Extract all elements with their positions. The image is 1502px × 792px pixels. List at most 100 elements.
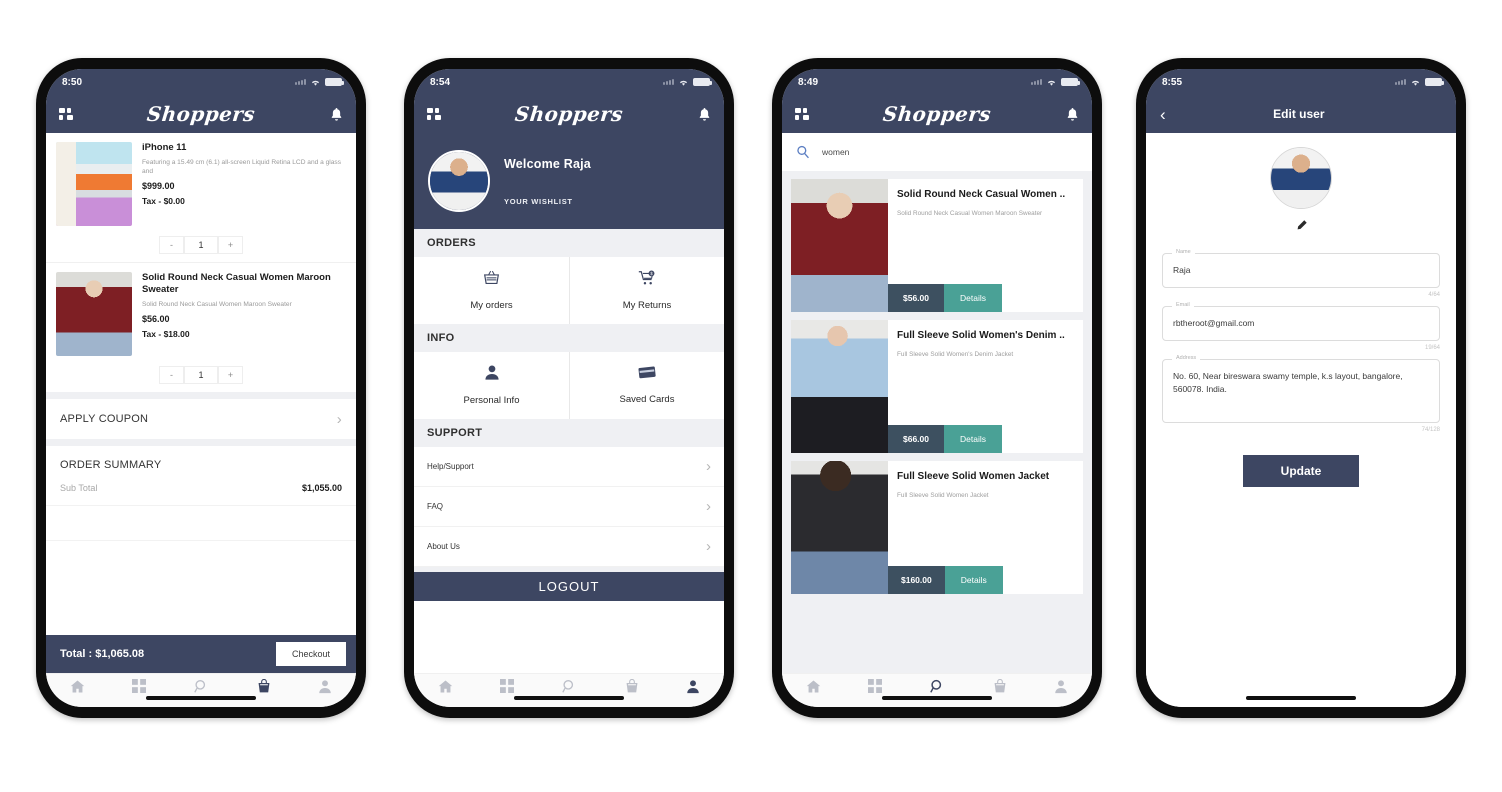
email-field-value: rbtheroot@gmail.com	[1173, 318, 1255, 328]
logout-button[interactable]: LOGOUT	[414, 572, 724, 601]
phone-cart: 8:50 Shoppers iPhone 11 Featuring a 15.4…	[36, 58, 366, 718]
bottom-navigation[interactable]	[46, 673, 356, 707]
status-time: 8:54	[430, 76, 451, 88]
status-time: 8:49	[798, 76, 819, 88]
notification-bell-icon[interactable]	[698, 107, 711, 122]
my-returns-tile[interactable]: $ My Returns	[569, 257, 724, 324]
tab-categories[interactable]	[868, 679, 883, 698]
tab-profile[interactable]	[686, 679, 700, 699]
home-indicator	[882, 696, 992, 700]
wishlist-link[interactable]: YOUR WISHLIST	[504, 197, 591, 206]
home-indicator	[514, 696, 624, 700]
product-title: Full Sleeve Solid Women's Denim ..	[897, 330, 1065, 341]
tab-home[interactable]	[438, 679, 453, 699]
decrease-quantity-button[interactable]: -	[159, 366, 184, 384]
product-title: Solid Round Neck Casual Women Maroon Swe…	[142, 272, 331, 295]
product-details-button[interactable]: Details	[944, 566, 1003, 594]
saved-cards-tile[interactable]: Saved Cards	[569, 352, 724, 419]
phone-edit-user: 8:55 ‹ Edit user Name Raja 4/64 Email rb…	[1136, 58, 1466, 718]
app-header: Shoppers	[414, 95, 724, 133]
summary-row-partial	[46, 506, 356, 541]
signal-icon	[1395, 79, 1406, 85]
avatar[interactable]	[428, 150, 490, 212]
quantity-stepper[interactable]: - 1 +	[46, 362, 356, 392]
product-card[interactable]: Full Sleeve Solid Women Jacket Full Slee…	[791, 461, 1083, 594]
wifi-icon	[1410, 78, 1421, 87]
product-tax: Tax - $0.00	[142, 196, 185, 206]
email-field[interactable]: Email rbtheroot@gmail.com	[1162, 302, 1440, 341]
tab-home[interactable]	[70, 679, 85, 699]
product-thumbnail	[56, 142, 132, 226]
increase-quantity-button[interactable]: +	[218, 236, 243, 254]
product-card[interactable]: Full Sleeve Solid Women's Denim .. Full …	[791, 320, 1083, 453]
product-description: Featuring a 15.49 cm (6.1) all-screen Li…	[142, 159, 342, 175]
search-input[interactable]: women	[822, 147, 849, 157]
signal-icon	[1031, 79, 1042, 85]
increase-quantity-button[interactable]: +	[218, 366, 243, 384]
app-logo: Shoppers	[146, 102, 257, 126]
bottom-navigation[interactable]	[782, 673, 1092, 707]
bottom-navigation[interactable]	[414, 673, 724, 707]
section-divider	[46, 439, 356, 446]
checkout-button[interactable]: Checkout	[275, 642, 346, 666]
product-details-button[interactable]: Details	[944, 425, 1002, 453]
cart-item[interactable]: iPhone 11 Featuring a 15.49 cm (6.1) all…	[46, 133, 356, 232]
tab-home[interactable]	[806, 679, 821, 699]
cart-item[interactable]: Solid Round Neck Casual Women Maroon Swe…	[46, 263, 356, 362]
quantity-stepper[interactable]: - 1 +	[46, 232, 356, 262]
section-divider	[46, 392, 356, 399]
chevron-right-icon: ›	[706, 498, 711, 515]
cart-total-bar: Total : $1,065.08 Checkout	[46, 635, 356, 673]
address-field[interactable]: Address No. 60, Near bireswara swamy tem…	[1162, 355, 1440, 423]
name-char-counter: 4/64	[1428, 292, 1440, 298]
tab-cart[interactable]	[993, 678, 1007, 699]
tab-cart[interactable]	[257, 678, 271, 699]
app-header: Shoppers	[46, 95, 356, 133]
home-indicator	[1246, 696, 1356, 700]
notification-bell-icon[interactable]	[330, 107, 343, 122]
grid-menu-icon[interactable]	[427, 108, 441, 120]
product-title: Solid Round Neck Casual Women ..	[897, 189, 1066, 200]
update-button[interactable]: Update	[1242, 455, 1360, 487]
product-price: $999.00	[142, 181, 175, 191]
notification-bell-icon[interactable]	[1066, 107, 1079, 122]
order-summary-title: ORDER SUMMARY	[46, 446, 356, 471]
personal-info-tile[interactable]: Personal Info	[414, 352, 569, 419]
return-cart-icon: $	[638, 270, 655, 285]
my-orders-tile[interactable]: My orders	[414, 257, 569, 324]
summary-value: $1,055.00	[301, 483, 342, 493]
product-price: $56.00	[142, 314, 170, 324]
tab-profile[interactable]	[318, 679, 332, 699]
tab-profile[interactable]	[1054, 679, 1068, 699]
faq-row[interactable]: FAQ ›	[414, 487, 724, 527]
product-details-button[interactable]: Details	[944, 284, 1002, 312]
product-price-badge: $160.00	[888, 566, 945, 594]
grid-menu-icon[interactable]	[59, 108, 73, 120]
name-field[interactable]: Name Raja	[1162, 249, 1440, 288]
product-description: Solid Round Neck Casual Women Maroon Swe…	[897, 210, 1043, 217]
search-bar[interactable]: women	[782, 133, 1092, 171]
app-logo: Shoppers	[882, 102, 993, 126]
product-description: Full Sleeve Solid Women Jacket	[897, 492, 989, 499]
search-results-list: Solid Round Neck Casual Women .. Solid R…	[782, 171, 1092, 673]
wifi-icon	[678, 78, 689, 87]
product-card[interactable]: Solid Round Neck Casual Women .. Solid R…	[791, 179, 1083, 312]
tab-categories[interactable]	[132, 679, 147, 698]
about-us-row[interactable]: About Us ›	[414, 527, 724, 567]
tab-categories[interactable]	[500, 679, 515, 698]
summary-label: Sub Total	[60, 483, 98, 493]
email-char-counter: 19/64	[1424, 345, 1440, 351]
product-price-badge: $66.00	[888, 425, 944, 453]
info-group-title: INFO	[414, 324, 724, 352]
apply-coupon-row[interactable]: APPLY COUPON ›	[46, 399, 356, 439]
edit-avatar-button[interactable]	[1162, 219, 1440, 237]
product-price-badge: $56.00	[888, 284, 944, 312]
help-support-row[interactable]: Help/Support ›	[414, 447, 724, 487]
tab-cart[interactable]	[625, 678, 639, 699]
edit-user-header: ‹ Edit user	[1146, 95, 1456, 133]
decrease-quantity-button[interactable]: -	[159, 236, 184, 254]
credit-card-icon	[637, 366, 656, 379]
grid-menu-icon[interactable]	[795, 108, 809, 120]
avatar[interactable]	[1270, 147, 1332, 209]
battery-icon	[325, 78, 344, 86]
